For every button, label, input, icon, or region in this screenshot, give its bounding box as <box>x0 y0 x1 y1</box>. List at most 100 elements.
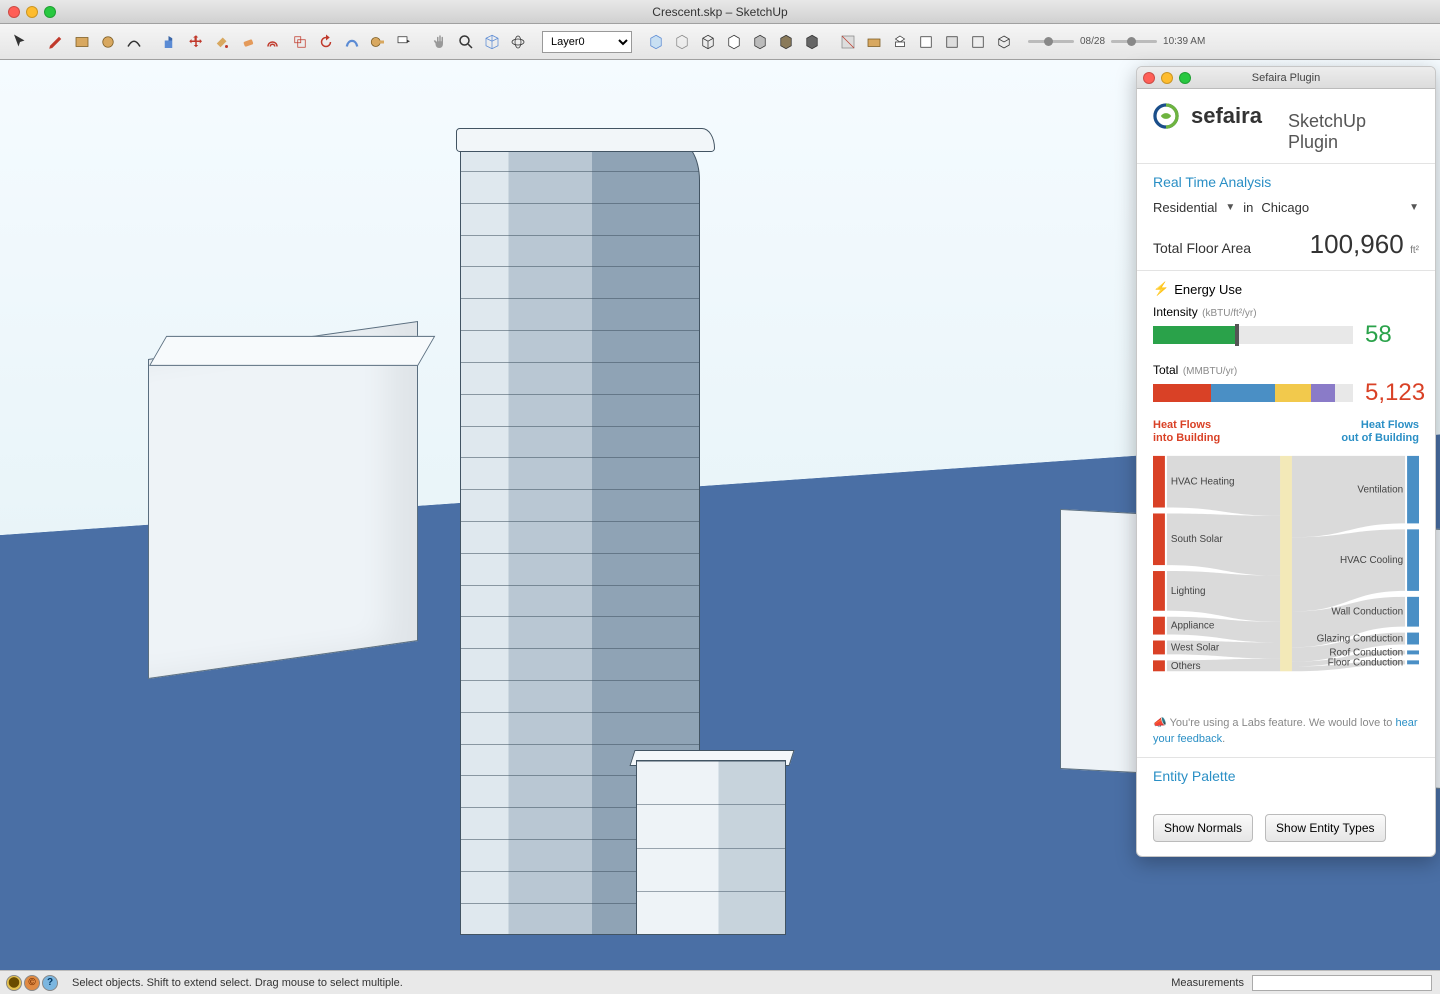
shaded-texture-icon[interactable] <box>774 30 798 54</box>
plugin-close-button[interactable] <box>1143 72 1155 84</box>
circle-tool-icon[interactable] <box>96 30 120 54</box>
layer-select[interactable]: Layer0 <box>542 31 632 53</box>
svg-text:Wall Conduction: Wall Conduction <box>1331 607 1403 618</box>
shadow-time-label: 10:39 AM <box>1163 36 1205 47</box>
followme-tool-icon[interactable] <box>340 30 364 54</box>
show-normals-button[interactable]: Show Normals <box>1153 814 1253 842</box>
total-unit: (MMBTU/yr) <box>1183 366 1237 377</box>
main-toolbar: Layer0 08/28 10:39 AM <box>0 24 1440 60</box>
geo-status-icon[interactable]: ⬤ <box>6 975 22 991</box>
brand-subtitle: SketchUp Plugin <box>1288 111 1419 153</box>
section-real-time-analysis: Real Time Analysis <box>1153 174 1419 190</box>
text-tool-icon[interactable] <box>392 30 416 54</box>
shadow-controls: 08/28 10:39 AM <box>1028 36 1205 47</box>
measurements-input[interactable] <box>1252 975 1432 991</box>
measurements-label: Measurements <box>1171 977 1244 989</box>
heat-out-label: Heat Flowsout of Building <box>1341 419 1419 445</box>
side-view-icon[interactable] <box>966 30 990 54</box>
pushpull-tool-icon[interactable] <box>158 30 182 54</box>
wireframe-icon[interactable] <box>696 30 720 54</box>
top-view-icon[interactable] <box>914 30 938 54</box>
total-value: 5,123 <box>1365 379 1425 407</box>
floor-area-label: Total Floor Area <box>1153 240 1251 256</box>
svg-text:Floor Conduction: Floor Conduction <box>1328 658 1403 669</box>
bolt-icon: ⚡ <box>1153 281 1169 297</box>
eraser-tool-icon[interactable] <box>236 30 260 54</box>
select-tool-icon[interactable] <box>8 30 32 54</box>
pan-tool-icon[interactable] <box>428 30 452 54</box>
minimize-window-button[interactable] <box>26 6 38 18</box>
help-status-icon[interactable]: ? <box>42 975 58 991</box>
view-cube-icon[interactable] <box>644 30 668 54</box>
pencil-tool-icon[interactable] <box>44 30 68 54</box>
front-view-icon[interactable] <box>940 30 964 54</box>
svg-text:HVAC Heating: HVAC Heating <box>1171 477 1235 488</box>
iso-view-icon[interactable] <box>480 30 504 54</box>
annex-building <box>636 760 786 935</box>
move-tool-icon[interactable] <box>184 30 208 54</box>
svg-text:Appliance: Appliance <box>1171 621 1215 632</box>
building-type-dropdown[interactable]: Residential▼ <box>1153 200 1235 215</box>
svg-text:HVAC Cooling: HVAC Cooling <box>1340 555 1403 566</box>
credits-status-icon[interactable]: © <box>24 975 40 991</box>
labs-note: 📣 You're using a Labs feature. We would … <box>1153 716 1419 747</box>
orbit-tool-icon[interactable] <box>506 30 530 54</box>
tape-tool-icon[interactable] <box>366 30 390 54</box>
total-label: Total <box>1153 363 1178 377</box>
svg-text:Others: Others <box>1171 661 1201 672</box>
megaphone-icon: 📣 <box>1153 717 1167 729</box>
caret-down-icon: ▼ <box>1409 202 1419 213</box>
svg-text:Lighting: Lighting <box>1171 586 1206 597</box>
sefaira-logo-icon <box>1153 103 1179 129</box>
floor-area-value: 100,960 <box>1310 229 1404 259</box>
location-dropdown[interactable]: Chicago▼ <box>1261 200 1419 215</box>
intensity-bar <box>1153 326 1353 344</box>
rectangle-tool-icon[interactable] <box>70 30 94 54</box>
section-display-icon[interactable] <box>862 30 886 54</box>
svg-text:Ventilation: Ventilation <box>1357 485 1403 496</box>
zoom-window-button[interactable] <box>44 6 56 18</box>
brand-name: sefaira <box>1191 103 1262 129</box>
show-entity-types-button[interactable]: Show Entity Types <box>1265 814 1386 842</box>
intensity-value: 58 <box>1365 321 1392 349</box>
zoom-tool-icon[interactable] <box>454 30 478 54</box>
sankey-diagram: HVAC Heating South Solar Lighting Appliance… <box>1153 451 1419 701</box>
in-label: in <box>1243 200 1253 215</box>
offset-tool-icon[interactable] <box>262 30 286 54</box>
paint-tool-icon[interactable] <box>210 30 234 54</box>
plugin-titlebar[interactable]: Sefaira Plugin <box>1137 67 1435 89</box>
sefaira-plugin-window[interactable]: Sefaira Plugin sefaira SketchUp Plugin R… <box>1136 66 1436 857</box>
shadow-date-slider[interactable] <box>1028 40 1074 43</box>
status-bar: ⬤ © ? Select objects. Shift to extend se… <box>0 970 1440 994</box>
monochrome-icon[interactable] <box>800 30 824 54</box>
svg-text:West Solar: West Solar <box>1171 643 1220 654</box>
plugin-zoom-button[interactable] <box>1179 72 1191 84</box>
standard-views-icon[interactable] <box>888 30 912 54</box>
svg-text:South Solar: South Solar <box>1171 535 1223 546</box>
window-titlebar: Crescent.skp – SketchUp <box>0 0 1440 24</box>
floor-area-unit: ft² <box>1410 245 1419 256</box>
scale-tool-icon[interactable] <box>288 30 312 54</box>
iso-icon[interactable] <box>992 30 1016 54</box>
shaded-icon[interactable] <box>748 30 772 54</box>
section-entity-palette: Entity Palette <box>1153 768 1419 784</box>
shadow-time-slider[interactable] <box>1111 40 1157 43</box>
section-plane-icon[interactable] <box>836 30 860 54</box>
intensity-unit: (kBTU/ft²/yr) <box>1202 308 1256 319</box>
total-energy-bar <box>1153 384 1353 402</box>
rotate-tool-icon[interactable] <box>314 30 338 54</box>
status-hint: Select objects. Shift to extend select. … <box>72 977 403 989</box>
plugin-window-title: Sefaira Plugin <box>1252 72 1321 84</box>
energy-use-heading: Energy Use <box>1174 282 1242 297</box>
arc-tool-icon[interactable] <box>122 30 146 54</box>
intensity-label: Intensity <box>1153 305 1198 319</box>
xray-icon[interactable] <box>670 30 694 54</box>
plugin-minimize-button[interactable] <box>1161 72 1173 84</box>
caret-down-icon: ▼ <box>1225 202 1235 213</box>
svg-text:Glazing Conduction: Glazing Conduction <box>1317 634 1403 645</box>
close-window-button[interactable] <box>8 6 20 18</box>
context-building-left <box>148 321 418 679</box>
shadow-date-label: 08/28 <box>1080 36 1105 47</box>
window-title: Crescent.skp – SketchUp <box>652 5 787 19</box>
hidden-line-icon[interactable] <box>722 30 746 54</box>
